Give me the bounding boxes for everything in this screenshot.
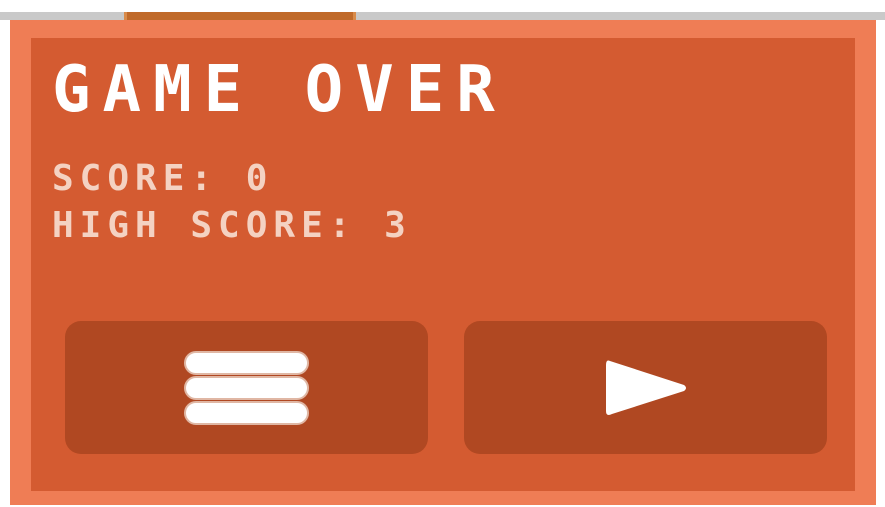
play-button[interactable] bbox=[464, 321, 827, 454]
top-tab bbox=[124, 12, 356, 20]
play-icon bbox=[606, 360, 686, 415]
menu-button[interactable] bbox=[65, 321, 428, 454]
score-label: SCORE: 0 bbox=[52, 158, 274, 199]
game-over-title: GAME OVER bbox=[52, 53, 507, 127]
high-score-label: HIGH SCORE: 3 bbox=[52, 205, 412, 246]
menu-icon bbox=[184, 351, 309, 425]
